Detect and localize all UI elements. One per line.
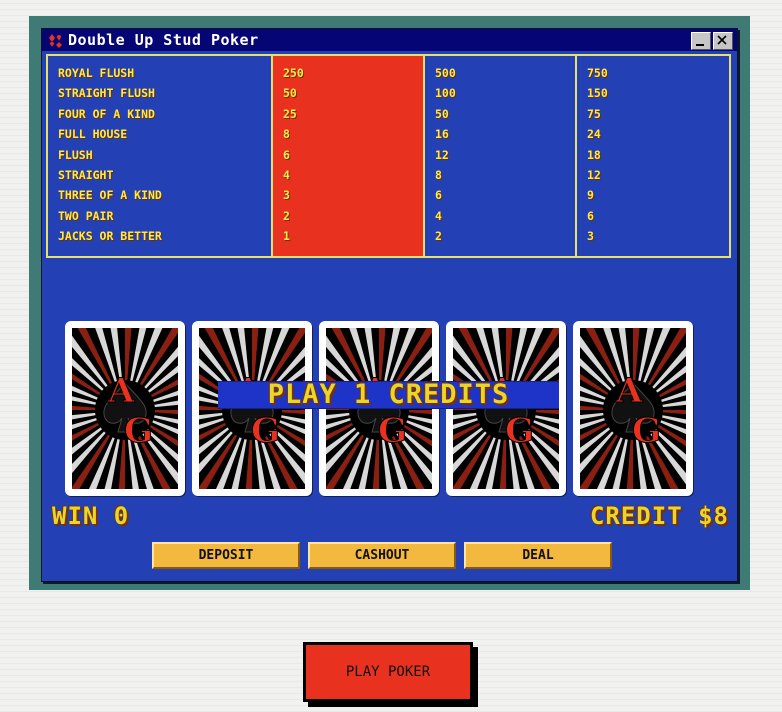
game-window: Double Up Stud Poker ROYAL FLUSH STRAIGH… (41, 28, 738, 582)
hand-name: TWO PAIR (58, 208, 114, 223)
card-back-art: AG (72, 328, 178, 489)
cards-suit-icon (48, 32, 64, 48)
win-amount: WIN 0 (52, 502, 130, 530)
payout-value: 18 (587, 147, 601, 162)
hand-name: FOUR OF A KIND (58, 106, 155, 121)
hand-name: JACKS OR BETTER (58, 229, 162, 244)
window-title: Double Up Stud Poker (68, 31, 259, 49)
hand-name: FLUSH (58, 147, 93, 162)
payout-value: 12 (435, 147, 449, 162)
payout-value: 12 (587, 167, 601, 182)
payout-value: 75 (587, 106, 601, 121)
card-logo-letter: G (124, 411, 153, 451)
action-buttons: DEPOSIT CASHOUT DEAL (152, 542, 612, 569)
paytable-hand-names: ROYAL FLUSH STRAIGHT FLUSH FOUR OF A KIN… (48, 56, 273, 256)
payout-value: 50 (435, 106, 449, 121)
hand-name: FULL HOUSE (58, 127, 128, 142)
card-logo-letter: G (632, 411, 661, 451)
game-frame: Double Up Stud Poker ROYAL FLUSH STRAIGH… (29, 16, 750, 590)
payout-value: 24 (587, 127, 601, 142)
payout-value: 6 (283, 147, 290, 162)
payout-value: 2 (435, 229, 442, 244)
payout-value: 1 (283, 229, 290, 244)
title-bar: Double Up Stud Poker (42, 29, 737, 51)
payout-value: 6 (435, 188, 442, 203)
paytable-column-1-credit: 250 50 25 8 6 4 3 2 1 (273, 56, 425, 256)
card-logo-letter: G (378, 411, 407, 451)
paytable: ROYAL FLUSH STRAIGHT FLUSH FOUR OF A KIN… (46, 54, 731, 258)
hand-name: STRAIGHT (58, 167, 114, 182)
hand-name: ROYAL FLUSH (58, 66, 135, 80)
payout-value: 150 (587, 86, 608, 101)
payout-value: 4 (283, 167, 290, 182)
hand-name: STRAIGHT FLUSH (58, 86, 155, 101)
card-logo-letter: G (505, 411, 534, 451)
payout-value: 9 (587, 188, 594, 203)
payout-value: 100 (435, 86, 456, 101)
payout-value: 16 (435, 127, 449, 142)
minimize-icon[interactable] (691, 32, 711, 50)
card-logo-letter: G (251, 411, 280, 451)
payout-value: 4 (435, 208, 442, 223)
paytable-column-3-credits: 750 150 75 24 18 12 9 6 3 (577, 56, 729, 256)
payout-value: 2 (283, 208, 290, 223)
close-icon[interactable] (713, 32, 733, 50)
payout-value: 3 (587, 229, 594, 244)
card-back-1[interactable]: AG (65, 321, 185, 496)
cashout-button[interactable]: CASHOUT (308, 542, 456, 569)
payout-value: 25 (283, 106, 297, 121)
payout-value: 8 (435, 167, 442, 182)
bet-banner: PLAY 1 CREDITS (218, 381, 559, 409)
payout-value: 500 (435, 66, 456, 80)
play-poker-button[interactable]: PLAY POKER (303, 642, 473, 702)
deposit-button[interactable]: DEPOSIT (152, 542, 300, 569)
payout-value: 6 (587, 208, 594, 223)
hand-name: THREE OF A KIND (58, 188, 162, 203)
card-logo-letter: A (107, 371, 135, 411)
payout-value: 750 (587, 66, 608, 80)
credit-amount: CREDIT $8 (589, 502, 729, 530)
payout-value: 50 (283, 86, 297, 101)
card-back-art: AG (580, 328, 686, 489)
card-back-5[interactable]: AG (573, 321, 693, 496)
deal-button[interactable]: DEAL (464, 542, 612, 569)
card-logo-letter: A (615, 371, 643, 411)
payout-value: 3 (283, 188, 290, 203)
payout-value: 8 (283, 127, 290, 142)
payout-value: 250 (283, 66, 304, 80)
paytable-column-2-credits: 500 100 50 16 12 8 6 4 2 (425, 56, 577, 256)
